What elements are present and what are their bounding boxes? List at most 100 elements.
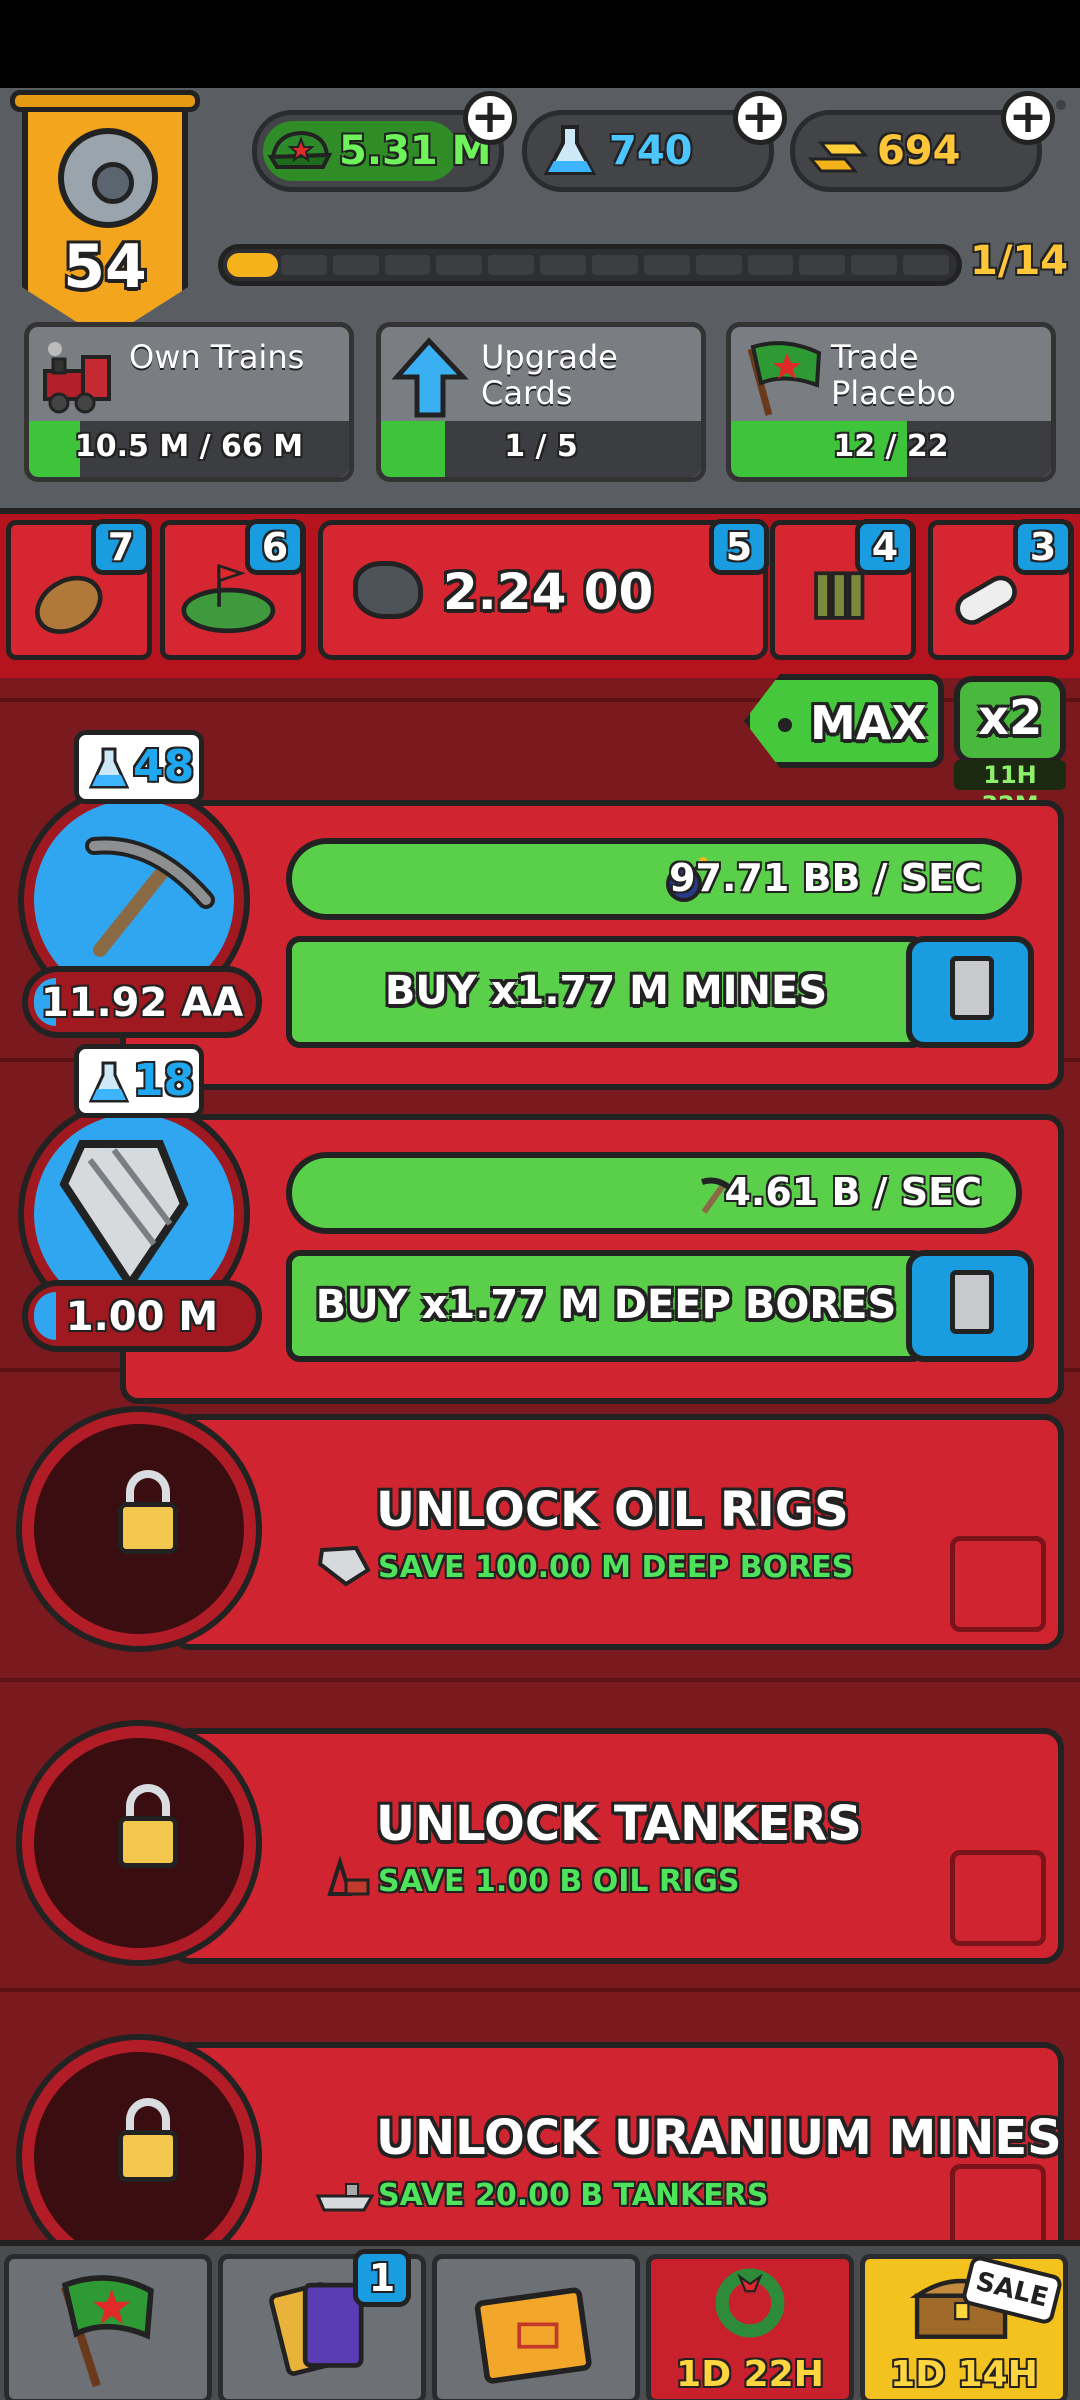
mission-progress-text: 12 / 22: [833, 429, 949, 464]
xp-segment: [436, 255, 483, 275]
science-value: 740: [609, 128, 693, 174]
xp-segment: [280, 255, 327, 275]
flag-icon: [747, 341, 822, 416]
generator-count-value: 1.00 M: [65, 1294, 219, 1340]
xp-segment: [592, 255, 638, 275]
resource-tab-bullets[interactable]: 4: [770, 519, 916, 660]
x2-boost-button[interactable]: x2: [954, 676, 1066, 764]
science-level: 48: [133, 741, 195, 792]
resource-tab-coal-selected[interactable]: 2.24 00 5: [318, 519, 769, 660]
cards-badge: 1: [353, 2249, 411, 2307]
cash-counter[interactable]: 5.31 M +: [252, 91, 517, 192]
wreath-icon: [715, 2268, 785, 2338]
event-timer: 1D 22H: [676, 2354, 824, 2395]
xp-segment: [903, 255, 949, 275]
oil-rig-icon: [22, 1412, 256, 1646]
mission-upgrade-cards[interactable]: Upgrade Cards 1 / 5: [376, 322, 706, 482]
mission-label: Own Trains: [129, 338, 305, 376]
unlock-title: UNLOCK TANKERS: [376, 1796, 862, 1852]
tag-hole: [778, 718, 792, 732]
lock-icon: [118, 2130, 178, 2182]
x2-label: x2: [978, 690, 1043, 746]
player-level: 54: [63, 232, 147, 302]
resource-badge: 7: [91, 519, 151, 575]
xp-progress-text: 1/14: [970, 238, 1069, 284]
brick-divider: [0, 1988, 1080, 1992]
mission-label: Upgrade Cards: [481, 338, 618, 412]
mission-label: Trade Placebo: [831, 338, 956, 412]
status-bar: [0, 0, 1080, 88]
max-label: MAX: [810, 696, 927, 750]
science-counter[interactable]: 740 +: [522, 91, 787, 192]
lock-icon: [118, 1502, 178, 1554]
xp-segment: [695, 255, 742, 275]
xp-segment: [851, 255, 898, 275]
xp-segment: [488, 255, 535, 275]
uranium-mine-icon: [22, 2040, 256, 2274]
sale-timer: 1D 14H: [890, 2354, 1038, 2395]
mission-progress-bar: 12 / 22: [731, 421, 1051, 477]
add-science-button[interactable]: +: [733, 91, 787, 145]
nav-tab-sale[interactable]: SALE 1D 14H: [860, 2254, 1068, 2400]
nav-tab-flag[interactable]: [4, 2254, 212, 2400]
resource-tab-land[interactable]: 6: [160, 519, 306, 660]
max-buy-button[interactable]: MAX: [744, 674, 944, 768]
nav-tab-files[interactable]: [432, 2254, 640, 2400]
mission-progress-text: 1 / 5: [504, 429, 578, 464]
xp-segment: [332, 255, 379, 275]
resource-badge: 6: [245, 519, 305, 575]
generator-count: 11.92 AA: [22, 966, 262, 1038]
flag-icon: [61, 2275, 154, 2388]
gear-icon: [58, 128, 158, 228]
buy-mines-button[interactable]: BUY x1.77 M MINES: [286, 936, 926, 1048]
drill-icon: [317, 1545, 371, 1587]
nav-tab-event[interactable]: 1D 22H: [646, 2254, 854, 2400]
resource-tabs-row: 7 6 2.24 00 5 4 3: [0, 508, 1080, 678]
xp-segment: [540, 255, 586, 275]
x2-boost-timer: 11H 32M: [954, 760, 1066, 819]
buy-deep-bores-button[interactable]: BUY x1.77 M DEEP BORES: [286, 1250, 926, 1362]
mission-progress-text: 10.5 M / 66 M: [74, 429, 304, 464]
gold-value: 694: [877, 128, 961, 174]
train-icon: [43, 342, 111, 414]
resource-tab-pill[interactable]: 3: [928, 519, 1074, 660]
folder-icon: [474, 2287, 592, 2384]
coal-icon: [353, 561, 423, 619]
generator-science-badge: 18: [74, 1044, 204, 1118]
production-rate-bar: 4.61 B / SEC: [286, 1152, 1022, 1234]
brick-divider: [0, 1678, 1080, 1682]
xp-segment: [747, 255, 794, 275]
nav-tab-cards[interactable]: 1: [218, 2249, 426, 2400]
resource-badge: 5: [709, 519, 769, 575]
unlock-cost: SAVE 1.00 B OIL RIGS: [378, 1864, 740, 1899]
add-cash-button[interactable]: +: [463, 91, 517, 145]
unlock-cost: SAVE 100.00 M DEEP BORES: [378, 1550, 854, 1585]
mission-own-trains[interactable]: Own Trains 10.5 M / 66 M: [24, 322, 354, 482]
tanker-icon: [316, 2183, 374, 2212]
unlock-title: UNLOCK URANIUM MINES: [376, 2110, 1062, 2166]
gold-bars-icon: [807, 141, 869, 173]
bottom-navigation: 1 1D 22H SALE 1D 14H: [0, 2240, 1080, 2400]
coal-amount: 2.24 00: [443, 563, 654, 621]
panel-plate: [950, 1536, 1046, 1632]
mission-progress-bar: 10.5 M / 66 M: [29, 421, 349, 477]
mission-trade-placebo[interactable]: Trade Placebo 12 / 22: [726, 322, 1056, 482]
flask-icon: [543, 125, 597, 175]
xp-progress-bar: [218, 244, 962, 286]
generator-card-button[interactable]: [906, 936, 1034, 1048]
generator-card-button[interactable]: [906, 1250, 1034, 1362]
production-rate: 97.71 BB / SEC: [669, 856, 982, 900]
unlock-cost: SAVE 20.00 B TANKERS: [378, 2178, 769, 2213]
lock-icon: [118, 1816, 178, 1868]
generator-count: 1.00 M: [22, 1280, 262, 1352]
production-rate: 4.61 B / SEC: [724, 1170, 982, 1214]
banner-rod: [10, 90, 200, 112]
add-gold-button[interactable]: +: [1001, 91, 1055, 145]
gold-counter[interactable]: 694 +: [790, 91, 1055, 192]
tanker-icon: [22, 1726, 256, 1960]
mission-progress-bar: 1 / 5: [381, 421, 701, 477]
generator-count-value: 11.92 AA: [40, 980, 244, 1026]
xp-segment: [384, 255, 431, 275]
level-banner[interactable]: 54: [10, 90, 200, 340]
resource-tab-potato[interactable]: 7: [6, 519, 152, 660]
